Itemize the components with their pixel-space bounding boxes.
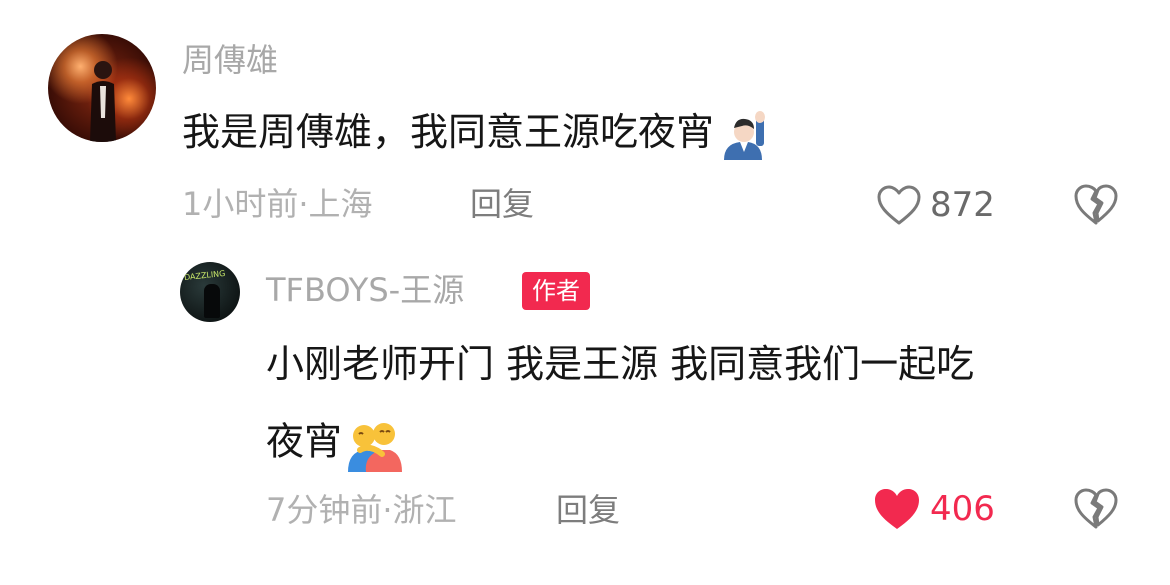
like-count: 872 <box>930 185 995 225</box>
dislike-button[interactable] <box>1072 182 1120 230</box>
avatar-sign-text: DAZZLING <box>183 268 226 283</box>
dislike-button[interactable] <box>1072 486 1120 534</box>
comment-text: 我是周傳雄，我同意王源吃夜宵 <box>182 108 768 160</box>
broken-heart-icon <box>1074 488 1118 529</box>
people-hugging-emoji <box>346 416 403 472</box>
reply-button[interactable]: 回复 <box>470 184 534 224</box>
comment-text-line-2: 夜宵 <box>266 416 1106 492</box>
avatar[interactable]: DAZZLING <box>180 262 240 322</box>
like-count: 406 <box>930 489 995 529</box>
comment-text-body: 我是周傳雄，我同意王源吃夜宵 <box>182 110 715 154</box>
person-raising-hand-emoji <box>718 110 768 160</box>
like-button[interactable]: 406 <box>872 486 995 532</box>
comment-text-body: 夜宵 <box>266 419 343 464</box>
avatar[interactable] <box>48 34 156 142</box>
comment-meta: 1小时前·上海 <box>182 185 373 223</box>
comment-username[interactable]: TFBOYS-王源 <box>266 270 464 310</box>
heart-filled-icon <box>875 489 919 529</box>
heart-outline-icon <box>877 185 921 225</box>
broken-heart-icon <box>1074 184 1118 225</box>
avatar-person-shape <box>90 61 116 142</box>
comment-meta: 7分钟前·浙江 <box>266 491 457 529</box>
comment-text-line: 小刚老师开门 我是王源 我同意我们一起吃 <box>266 342 975 386</box>
reply-button[interactable]: 回复 <box>556 490 620 530</box>
comment-text: 小刚老师开门 我是王源 我同意我们一起吃 夜宵 <box>266 340 1106 492</box>
comment-username[interactable]: 周傳雄 <box>182 40 278 80</box>
avatar-figure <box>204 284 220 318</box>
like-button[interactable]: 872 <box>876 184 995 226</box>
author-badge: 作者 <box>522 272 590 310</box>
